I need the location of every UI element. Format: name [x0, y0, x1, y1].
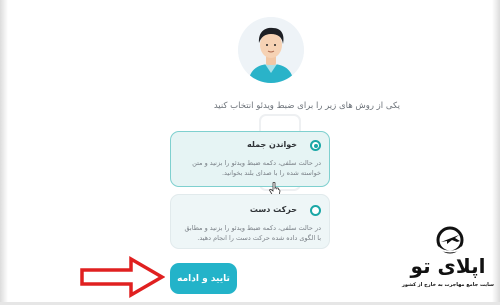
plane-logo-icon — [436, 226, 464, 254]
option-description: در حالت سلفی، دکمه ضبط ویدئو را بزنید و … — [184, 224, 322, 242]
radio-unselected-icon[interactable] — [310, 205, 321, 216]
site-logo: اپلای تو سایت جامع مهاجرت به خارج از کشو… — [402, 225, 494, 301]
option-title: حرکت دست — [249, 205, 297, 214]
logo-tagline: سایت جامع مهاجرت به خارج از کشور — [402, 282, 494, 288]
left-edge-shadow — [0, 0, 8, 305]
option-hand-movement[interactable]: حرکت دست در حالت سلفی، دکمه ضبط ویدئو را… — [170, 194, 330, 249]
logo-wordmark: اپلای تو — [410, 254, 486, 278]
option-read-sentence[interactable]: خواندن جمله در حالت سلفی، دکمه ضبط ویدئو… — [170, 131, 330, 187]
page-frame: یکی از روش های زیر را برای ضبط ویدئو انت… — [0, 0, 500, 305]
confirm-continue-button[interactable]: تایید و ادامه — [170, 263, 237, 294]
option-title: خواندن جمله — [246, 140, 297, 149]
red-arrow-icon — [80, 255, 165, 299]
radio-selected-icon[interactable] — [310, 140, 321, 151]
user-avatar-icon — [238, 17, 304, 83]
option-description: در حالت سلفی، دکمه ضبط ویدئو را بزنید و … — [192, 159, 321, 177]
